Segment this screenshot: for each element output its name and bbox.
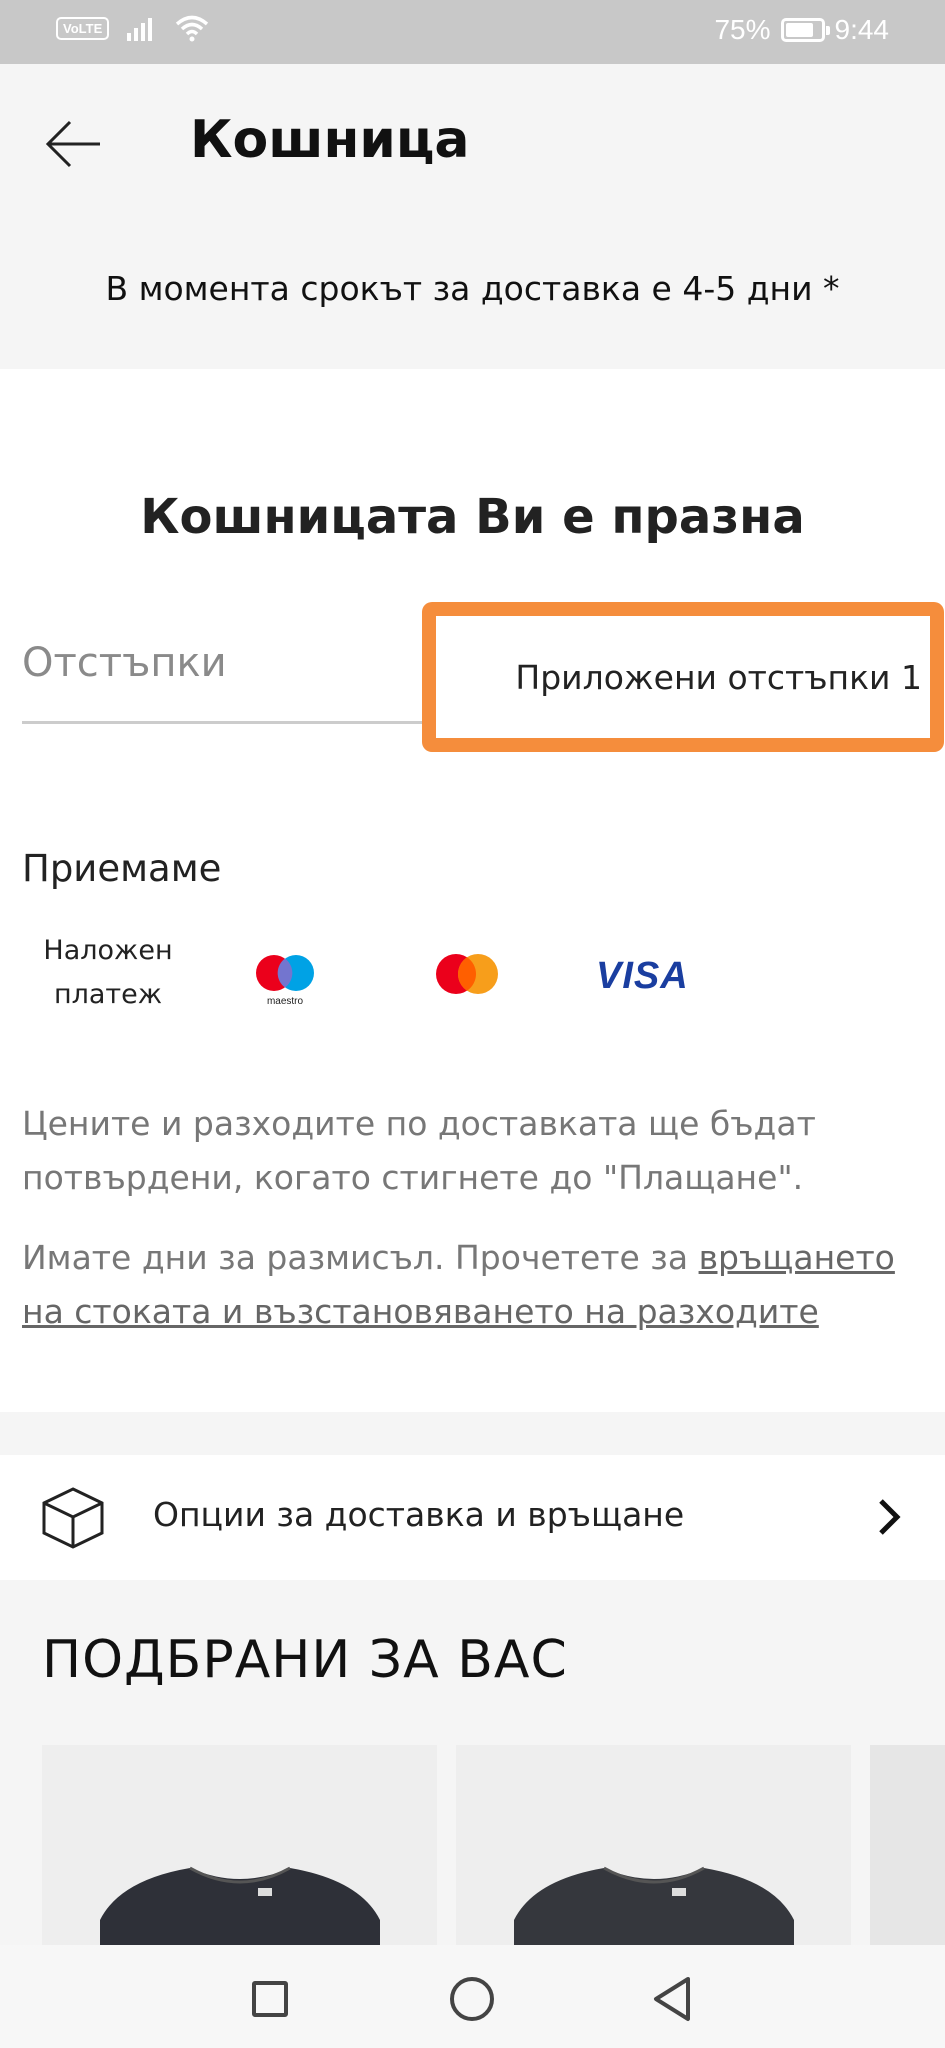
recommended-products: [0, 1745, 945, 1945]
cart-main: Кошницата Ви е празна Отстъпки Приложени…: [0, 369, 945, 1412]
status-right: 75% 9:44: [714, 14, 889, 46]
battery-fill: [785, 23, 813, 37]
status-left: VoLTE: [56, 14, 209, 42]
header: Кошница В момента срокът за доставка е 4…: [0, 64, 945, 369]
prices-info: Цените и разходите по доставката ще бъда…: [22, 1104, 816, 1197]
tab-discounts[interactable]: Отстъпки: [22, 604, 422, 724]
delivery-note: В момента срокът за доставка е 4-5 дни *: [105, 269, 840, 308]
system-nav-bar: [0, 1945, 945, 2048]
product-card[interactable]: [42, 1745, 437, 1945]
visa-logo: VISA: [596, 955, 689, 997]
tshirt-image: [514, 1866, 794, 1945]
empty-cart-title: Кошницата Ви е празна: [140, 489, 805, 545]
cod-line-2: платеж: [53, 979, 163, 1010]
mastercard-logo-icon: [436, 954, 498, 994]
accepted-payments-title: Приемаме: [22, 847, 222, 890]
clock: 9:44: [834, 14, 890, 45]
maestro-logo-icon: maestro: [256, 955, 314, 1007]
box-icon: [42, 1487, 104, 1549]
volte-badge: VoLTE: [56, 16, 110, 40]
returns-info-text: Имате дни за размисъл. Прочетете за: [22, 1238, 699, 1277]
signal-icon: [127, 18, 153, 41]
status-bar: VoLTE 75% 9:44: [0, 0, 945, 64]
cod-line-1: Наложен: [43, 935, 173, 966]
tab-applied-discounts[interactable]: Приложени отстъпки 1: [422, 602, 944, 752]
maestro-label: maestro: [267, 996, 304, 1007]
cash-on-delivery-label: Наложен платеж: [38, 929, 178, 1017]
delivery-options-row[interactable]: Опции за доставка и връщане: [0, 1455, 945, 1580]
payment-methods: Наложен платеж maestro VISA: [0, 929, 945, 1039]
recent-apps-icon[interactable]: [252, 1981, 288, 2017]
page-title: Кошница: [190, 110, 470, 170]
chevron-right-icon: [879, 1499, 901, 1535]
arrow-left-icon[interactable]: [44, 114, 104, 174]
product-card[interactable]: [456, 1745, 851, 1945]
returns-info: Имате дни за размисъл. Прочетете за връщ…: [22, 1231, 922, 1339]
tshirt-image: [100, 1866, 380, 1945]
back-triangle-icon[interactable]: [650, 1975, 694, 2023]
discount-tabs: Отстъпки Приложени отстъпки 1: [0, 602, 945, 754]
recommendations-title: ПОДБРАНИ ЗА ВАС: [42, 1630, 568, 1690]
wifi-icon: [176, 15, 209, 42]
product-card[interactable]: [870, 1745, 945, 1945]
delivery-options-label: Опции за доставка и връщане: [153, 1495, 685, 1534]
battery-icon: [780, 18, 830, 42]
battery-percent: 75%: [714, 14, 771, 45]
home-icon[interactable]: [450, 1977, 494, 2021]
